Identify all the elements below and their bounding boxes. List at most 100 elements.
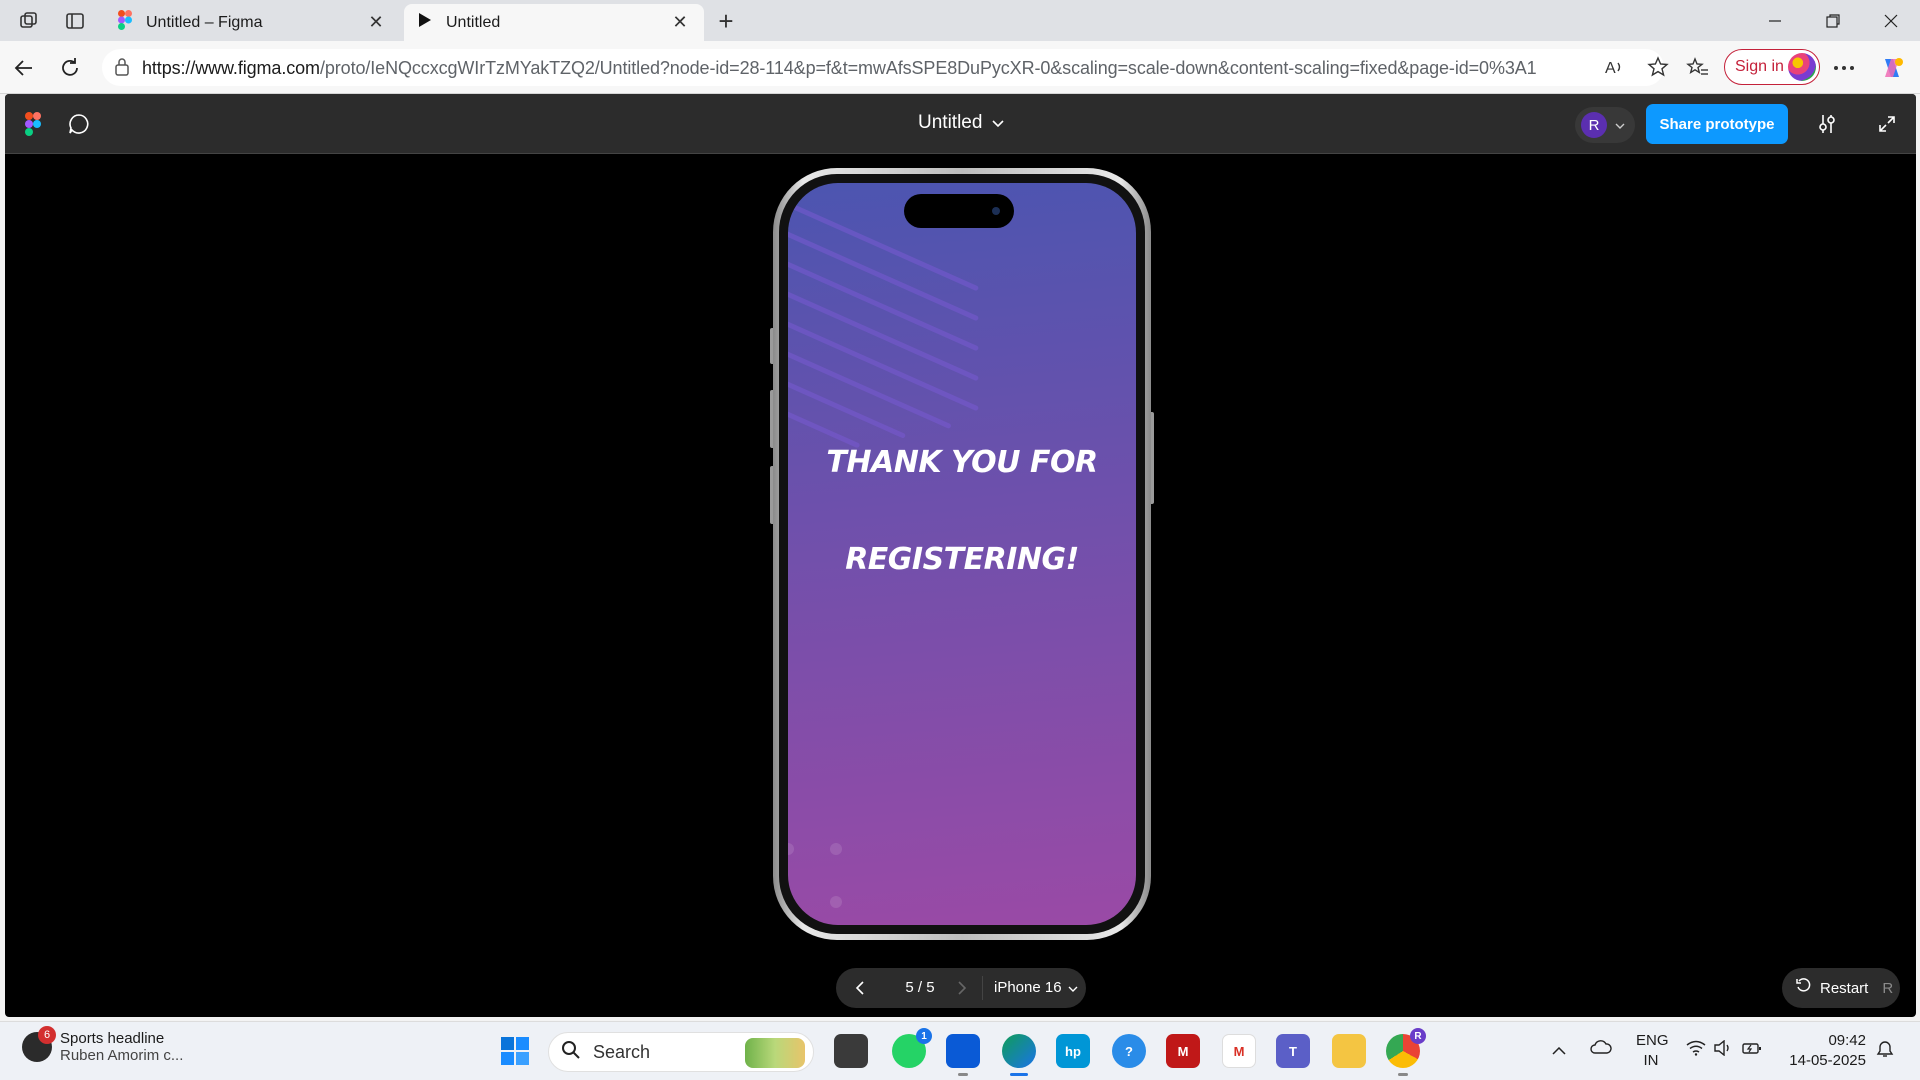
region-code: IN — [1643, 1052, 1659, 1069]
new-tab-button[interactable]: + — [712, 8, 740, 36]
chevron-up-icon[interactable] — [1552, 1042, 1566, 1059]
more-menu-icon[interactable] — [1828, 52, 1860, 84]
url-text: https://www.figma.com/proto/IeNQccxcgWIr… — [142, 58, 1537, 79]
tab-prototype[interactable]: Untitled ✕ — [404, 4, 704, 41]
camera-lens — [992, 207, 1000, 215]
windows-taskbar: 6 Sports headline Ruben Amorim c... Sear… — [0, 1021, 1920, 1080]
refresh-icon[interactable] — [54, 52, 86, 84]
device-label: iPhone 16 — [994, 979, 1062, 996]
address-bar[interactable]: https://www.figma.com/proto/IeNQccxcgWIr… — [102, 49, 1669, 86]
back-arrow-icon[interactable] — [8, 52, 40, 84]
language-code: ENG — [1636, 1032, 1669, 1049]
chevron-down-icon — [992, 112, 1004, 134]
tab-figma-editor[interactable]: Untitled – Figma ✕ — [104, 4, 400, 41]
file-explorer-icon[interactable] — [1332, 1034, 1366, 1068]
figma-icon — [118, 10, 132, 35]
share-prototype-button[interactable]: Share prototype — [1646, 104, 1788, 144]
play-icon — [418, 12, 432, 33]
browser-toolbar: https://www.figma.com/proto/IeNQccxcgWIr… — [0, 41, 1920, 94]
clock-date: 14-05-2025 — [1789, 1052, 1866, 1069]
minimize-icon[interactable] — [1752, 6, 1798, 36]
avatar: R — [1581, 112, 1607, 138]
figma-prototype-viewer: Untitled R Share prototype THANK YOU FOR… — [5, 94, 1916, 1017]
profile-avatar — [1788, 53, 1816, 81]
restart-shortcut: R — [1882, 979, 1894, 997]
svg-text:A: A — [1605, 60, 1616, 77]
close-window-icon[interactable] — [1868, 6, 1914, 36]
lock-icon[interactable] — [114, 58, 130, 81]
active-indicator — [1010, 1073, 1028, 1076]
document-title-dropdown[interactable]: Untitled — [918, 112, 1004, 134]
system-clock[interactable]: 09:42 14-05-2025 — [1786, 1031, 1866, 1071]
news-title: Sports headline — [60, 1030, 165, 1047]
fullscreen-icon[interactable] — [1873, 110, 1901, 138]
restart-label: Restart — [1820, 979, 1869, 997]
device-selector[interactable]: iPhone 16 — [994, 979, 1078, 996]
decor-dot — [830, 843, 842, 855]
help-icon[interactable]: ? — [1112, 1034, 1146, 1068]
copilot-icon[interactable] — [1876, 52, 1908, 84]
onedrive-icon[interactable] — [1590, 1040, 1612, 1058]
thank-you-line-2: REGISTERING! — [845, 542, 1079, 577]
sign-in-label: Sign in — [1735, 58, 1784, 75]
gmail-icon[interactable]: M — [1222, 1034, 1256, 1068]
restore-icon[interactable] — [1810, 6, 1856, 36]
whatsapp-icon[interactable]: 1 — [892, 1028, 932, 1068]
workspaces-icon[interactable] — [12, 6, 46, 36]
mcafee-icon[interactable]: M — [1166, 1034, 1200, 1068]
favorite-star-icon[interactable] — [1647, 56, 1669, 83]
language-indicator[interactable]: ENG IN — [1636, 1031, 1669, 1071]
figma-header: Untitled R Share prototype — [5, 94, 1916, 154]
prototype-screen[interactable]: THANK YOU FOR REGISTERING! — [788, 183, 1136, 925]
search-icon — [561, 1040, 581, 1065]
close-icon[interactable]: ✕ — [670, 12, 690, 33]
running-indicator — [958, 1073, 968, 1076]
restart-icon — [1796, 978, 1812, 998]
decor-dot — [788, 843, 794, 855]
microsoft-store-icon[interactable] — [946, 1034, 980, 1076]
battery-icon[interactable] — [1742, 1040, 1762, 1060]
phone-bezel: THANK YOU FOR REGISTERING! — [779, 174, 1145, 934]
dynamic-island — [904, 194, 1014, 228]
sign-in-button[interactable]: Sign in — [1724, 49, 1820, 85]
news-widget[interactable]: 6 Sports headline Ruben Amorim c... — [22, 1026, 184, 1064]
tab-title: Untitled — [446, 13, 501, 31]
task-view-icon[interactable] — [834, 1034, 868, 1068]
running-indicator — [1398, 1073, 1408, 1076]
tab-title: Untitled – Figma — [146, 13, 263, 31]
chevron-down-icon — [1615, 116, 1625, 134]
user-menu[interactable]: R — [1575, 107, 1635, 143]
wifi-icon[interactable] — [1686, 1040, 1706, 1060]
search-highlight-image — [745, 1038, 805, 1068]
document-title: Untitled — [918, 112, 983, 133]
previous-frame-button[interactable] — [846, 974, 874, 1002]
edge-icon[interactable] — [1002, 1034, 1036, 1076]
myhp-icon[interactable]: hp — [1056, 1034, 1090, 1068]
favorites-icon[interactable] — [1682, 52, 1714, 84]
read-aloud-icon[interactable]: A — [1604, 57, 1626, 82]
restart-button[interactable]: Restart R — [1782, 968, 1900, 1008]
chevron-down-icon — [1068, 979, 1078, 996]
chrome-icon[interactable]: R — [1386, 1028, 1426, 1076]
thank-you-line-1: THANK YOU FOR — [826, 445, 1098, 480]
settings-sliders-icon[interactable] — [1813, 110, 1841, 138]
taskbar-search[interactable]: Search — [548, 1032, 814, 1072]
news-badge: 6 — [38, 1026, 56, 1044]
clock-time: 09:42 — [1828, 1032, 1866, 1049]
search-label: Search — [593, 1041, 651, 1062]
browser-tabstrip: Untitled – Figma ✕ Untitled ✕ + — [0, 0, 1920, 41]
next-frame-button[interactable] — [948, 974, 976, 1002]
iphone-frame: THANK YOU FOR REGISTERING! — [773, 168, 1151, 940]
vertical-tabs-icon[interactable] — [58, 6, 92, 36]
windows-start-icon[interactable] — [498, 1034, 532, 1068]
close-icon[interactable]: ✕ — [366, 12, 386, 33]
volume-icon[interactable] — [1714, 1039, 1732, 1060]
figma-logo-icon[interactable] — [19, 110, 47, 138]
teams-icon[interactable]: T — [1276, 1034, 1310, 1068]
news-icon: 6 — [22, 1026, 56, 1062]
url-path: /proto/IeNQccxcgWIrTzMYakTZQ2/Untitled?n… — [319, 58, 1537, 78]
news-subtitle: Ruben Amorim c... — [60, 1047, 184, 1064]
comment-icon[interactable] — [65, 110, 93, 138]
prototype-pager: 5 / 5 iPhone 16 — [836, 968, 1086, 1008]
notification-bell-icon[interactable] — [1876, 1040, 1894, 1062]
